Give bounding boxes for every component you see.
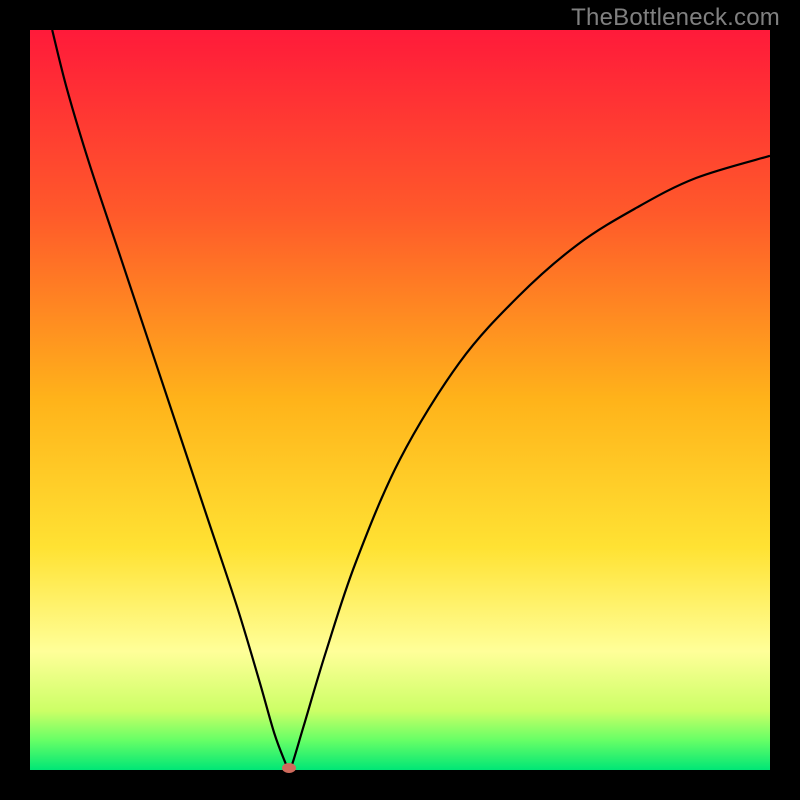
- plot-area: [30, 30, 770, 770]
- watermark-label: TheBottleneck.com: [571, 4, 780, 32]
- marker-dot-icon: [282, 763, 296, 773]
- chart-curve: [30, 30, 770, 770]
- chart-frame: TheBottleneck.com: [0, 0, 800, 800]
- minimum-marker: [282, 763, 296, 773]
